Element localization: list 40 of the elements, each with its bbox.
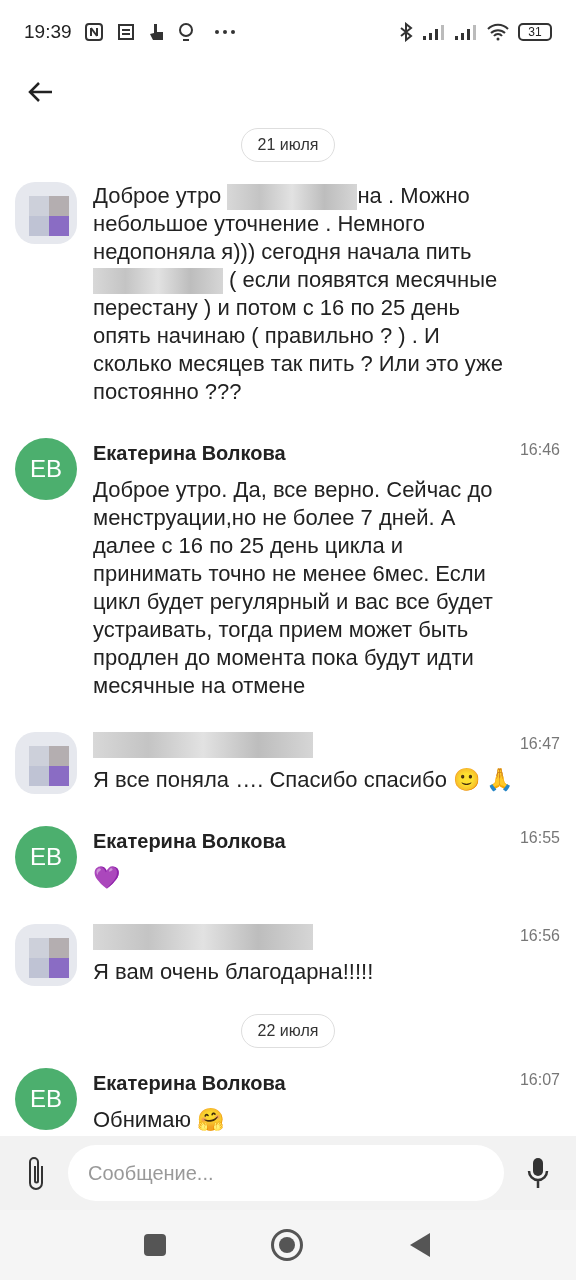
avatar: ЕВ — [15, 438, 77, 501]
nfc-icon — [83, 22, 104, 42]
message-text: Доброе утро. Да, все верно. Сейчас до менструации,но не более 7 дней. А далее с 16 по 25 день цикла и принимать точно не менее 6мес. Если цикл будет регулярный и вас все будет устраивать, тогда прием может быть продлен до момента пока будут идти месячные на отмене — [93, 476, 494, 701]
message-time: 16:47 — [519, 734, 560, 755]
sender-name: Екатерина Волкова — [93, 829, 286, 855]
redacted-avatar — [15, 924, 77, 987]
recents-button[interactable] — [144, 1234, 166, 1256]
redacted-avatar — [15, 182, 77, 244]
more-icon — [213, 29, 236, 35]
home-button[interactable] — [271, 1229, 303, 1261]
avatar: ЕВ — [15, 1068, 77, 1131]
message-time: 16:56 — [519, 926, 560, 947]
back-nav-button[interactable] — [408, 1232, 432, 1258]
date-chip: 21 июля — [240, 128, 336, 162]
message-text: 💜 — [93, 864, 121, 893]
message-input[interactable]: Сообщение... — [68, 1145, 504, 1201]
status-time: 19:39 — [24, 19, 72, 44]
bulb-icon — [177, 22, 194, 42]
hand-icon — [147, 22, 166, 42]
message-time: 16:07 — [519, 1070, 560, 1091]
wifi-icon — [486, 23, 510, 41]
microphone-icon — [526, 1156, 550, 1190]
notes-icon — [115, 22, 136, 42]
triangle-icon — [408, 1232, 432, 1258]
sender-name: Екатерина Волкова — [93, 1071, 286, 1097]
message-time: 16:46 — [519, 440, 560, 461]
bluetooth-icon — [398, 22, 414, 42]
back-arrow-icon — [26, 80, 54, 104]
message-text: Обнимаю 🤗 — [93, 1106, 226, 1135]
signal-icon — [454, 23, 478, 41]
message-text: Я вам очень благодарна!!!!! — [93, 958, 375, 987]
message-text: Я все поняла …. Спасибо спасибо 🙂 🙏 — [93, 766, 515, 795]
avatar: ЕВ — [15, 826, 77, 889]
redacted-avatar — [15, 732, 77, 795]
battery-indicator: 31 — [518, 23, 552, 41]
sender-name: Екатерина Волкова — [93, 441, 286, 467]
message-time: 16:55 — [519, 828, 560, 849]
message-text: Доброе утро на . Можно небольшое уточнение . Немного недопоняла я))) сегодня начала пить ( если появятся месячные перестану ) и потом с 16 по 25 день опять начинаю ( правильно ? ) . И сколько месяцев так пить ? Или это уже постоянно ??? — [93, 182, 504, 407]
date-chip: 22 июля — [240, 1014, 336, 1049]
signal-icon — [422, 23, 446, 41]
